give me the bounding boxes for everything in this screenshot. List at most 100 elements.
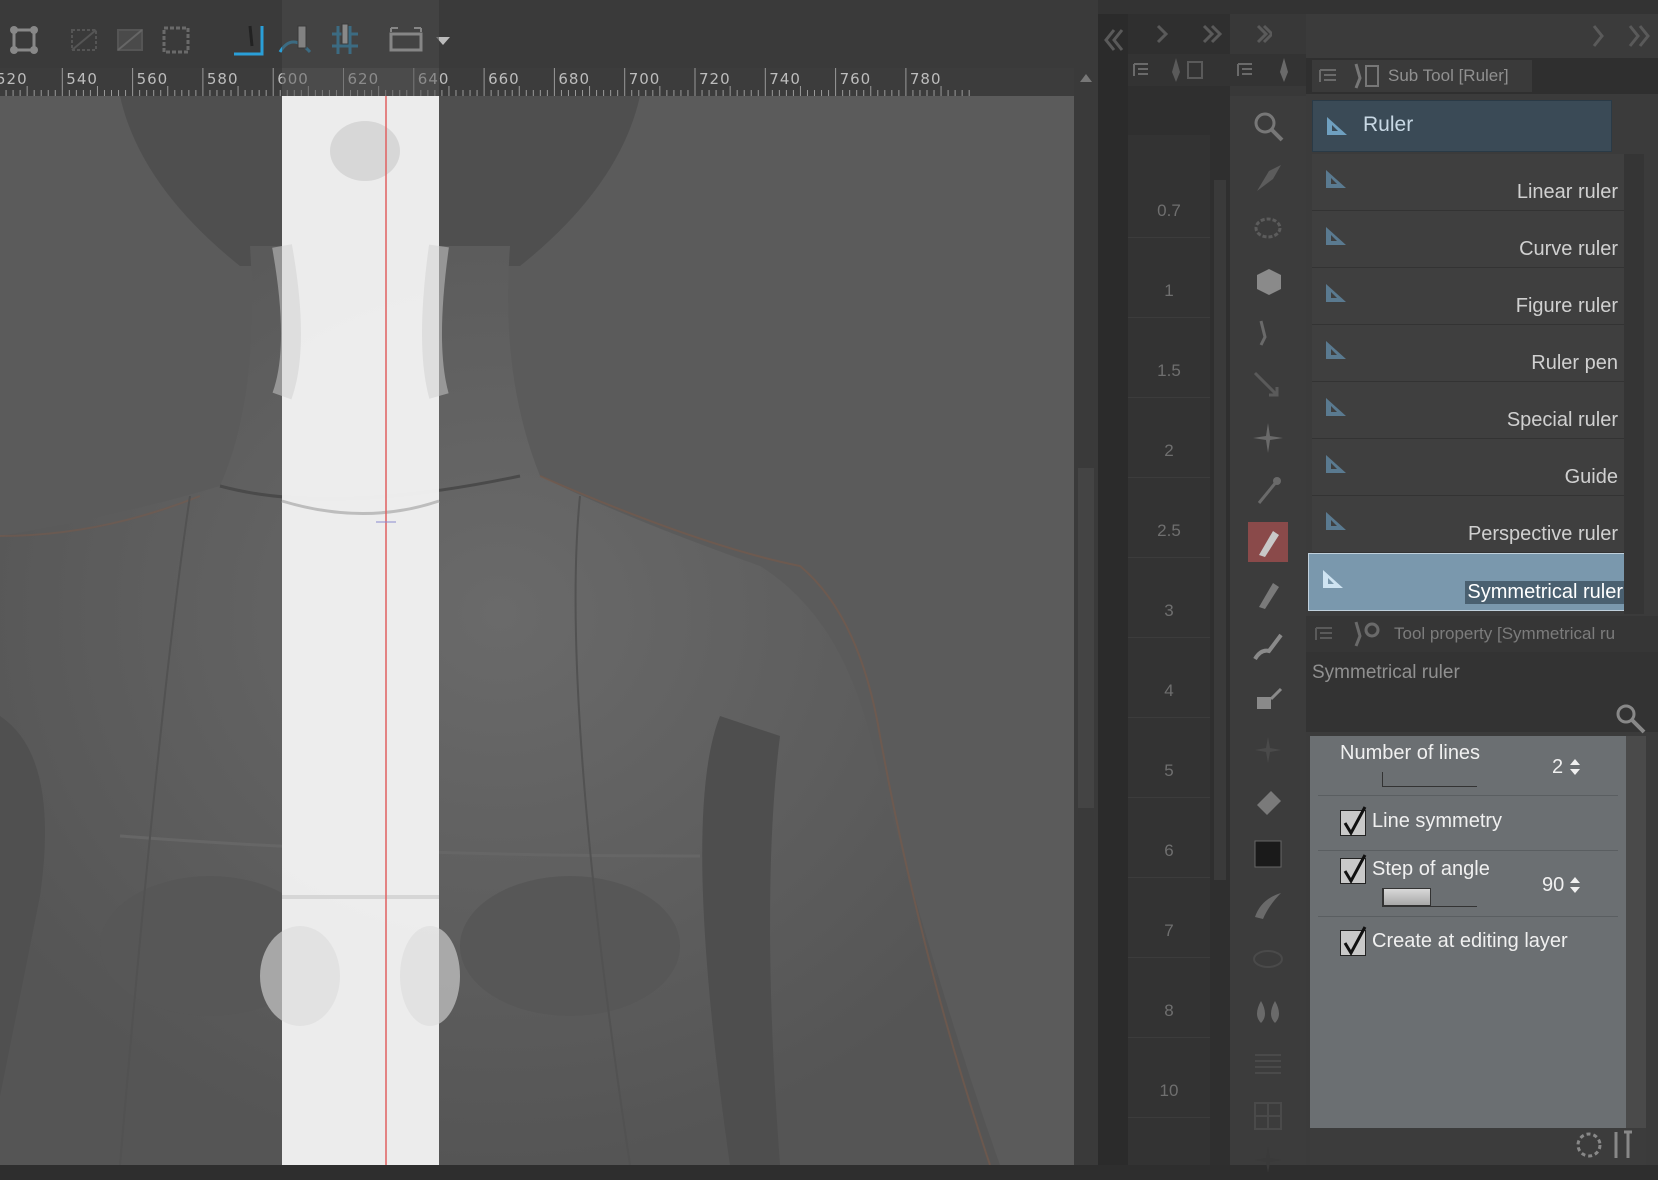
subtool-item[interactable]: Ruler pen: [1312, 325, 1624, 382]
tool-property-gear-icon: [1354, 621, 1380, 647]
snap-to-ruler-icon[interactable]: [228, 20, 268, 60]
zoom-divider: [1128, 877, 1210, 878]
number-of-lines-slider[interactable]: [1382, 772, 1477, 787]
subtool-item[interactable]: Perspective ruler: [1312, 496, 1624, 553]
command-bar: [0, 0, 1098, 69]
subtool-item[interactable]: Curve ruler: [1312, 211, 1624, 268]
expand-icon[interactable]: [1252, 14, 1272, 54]
step-of-angle-value[interactable]: 90: [1542, 874, 1564, 897]
panel-menu-icon[interactable]: [1318, 66, 1342, 86]
3d-object-tool-icon[interactable]: [1248, 262, 1288, 302]
expand-icon[interactable]: [1586, 22, 1610, 50]
decoration-tool-icon[interactable]: [1248, 730, 1288, 770]
triangle-ruler-icon: [1326, 512, 1346, 530]
number-of-lines-row: Number of lines 2: [1326, 742, 1622, 792]
operation-tool-icon[interactable]: [1248, 158, 1288, 198]
zoom-level-label: 7: [1164, 921, 1174, 940]
subtool-ruler-icon: [1354, 63, 1379, 89]
zoom-divider: [1128, 317, 1210, 318]
spinner-icon[interactable]: [1568, 874, 1582, 896]
transform-icon[interactable]: [4, 20, 44, 60]
zoom-slider-track[interactable]: 0.7 1 1.5 2 2.5 3 4 5 6 7 8 10: [1128, 135, 1210, 1165]
line-symmetry-row[interactable]: Line symmetry: [1326, 806, 1622, 848]
figure-tool-icon[interactable]: [1248, 938, 1288, 978]
create-at-editing-layer-checkbox[interactable]: [1340, 926, 1367, 957]
create-at-editing-layer-row[interactable]: Create at editing layer: [1326, 926, 1622, 968]
collapse-right-icon[interactable]: [1200, 14, 1224, 54]
tools-icon[interactable]: [1608, 1128, 1642, 1162]
zoom-divider: [1128, 1037, 1210, 1038]
expand-icon[interactable]: [1152, 14, 1172, 54]
move-tool-icon[interactable]: [1248, 366, 1288, 406]
navigator-scrollbar[interactable]: [1210, 140, 1230, 1165]
reset-icon[interactable]: [1572, 1128, 1606, 1162]
fill-selection-icon[interactable]: [110, 20, 150, 60]
divider: [1318, 795, 1618, 796]
collapse-left-icon[interactable]: [1104, 26, 1124, 54]
ruler-highlight: [282, 68, 439, 96]
brush-tool-icon[interactable]: [1248, 626, 1288, 666]
subtool-panel-title: Sub Tool [Ruler]: [1388, 66, 1509, 85]
zoom-divider: [1128, 637, 1210, 638]
tool-palette-header: [1230, 54, 1306, 86]
tool-property-header: Tool property [Symmetrical ru: [1306, 616, 1658, 652]
triangle-ruler-icon: [1326, 284, 1346, 302]
panel-menu-icon[interactable]: [1314, 624, 1338, 644]
zoom-tool-icon[interactable]: [1248, 106, 1288, 146]
ruler-tick-label: 560: [136, 70, 169, 88]
zoom-level-label: 2.5: [1157, 521, 1181, 540]
gradient-tool-icon[interactable]: [1248, 886, 1288, 926]
triangle-ruler-icon: [1326, 227, 1346, 245]
subtool-item-label: Curve ruler: [1519, 238, 1618, 260]
sparkle-tool-icon[interactable]: [1248, 418, 1288, 458]
lasso-tool-icon[interactable]: [1248, 210, 1288, 250]
navigator-scrollbar-thumb[interactable]: [1214, 180, 1226, 880]
ruler-tool-icon[interactable]: [1248, 1096, 1288, 1136]
number-of-lines-label: Number of lines: [1340, 742, 1481, 764]
airbrush-tool-icon[interactable]: [1248, 678, 1288, 718]
subtool-item-label: Special ruler: [1506, 409, 1618, 431]
subtool-item[interactable]: Linear ruler: [1312, 154, 1624, 211]
subtool-item[interactable]: Symmetrical ruler: [1308, 553, 1632, 611]
fill-tool-icon[interactable]: [1248, 834, 1288, 874]
step-of-angle-row: Step of angle 90: [1326, 854, 1622, 912]
subtool-item-label: Figure ruler: [1515, 295, 1618, 317]
subtool-item[interactable]: Special ruler: [1312, 382, 1624, 439]
panel-menu-icon[interactable]: [1236, 60, 1254, 80]
eyedropper-icon[interactable]: [1248, 470, 1288, 510]
line-symmetry-checkbox[interactable]: [1340, 806, 1367, 837]
number-of-lines-value[interactable]: 2: [1552, 756, 1563, 779]
ruler-tick-label: 540: [66, 70, 98, 88]
select-all-icon[interactable]: [156, 20, 196, 60]
tool-property-name-area: Symmetrical ruler: [1306, 652, 1658, 734]
step-of-angle-slider-fill: [1383, 888, 1431, 906]
panel-menu-icon[interactable]: [1132, 60, 1150, 80]
frame-border-tool-icon[interactable]: [1248, 1044, 1288, 1084]
step-of-angle-checkbox[interactable]: [1340, 854, 1367, 885]
blend-tool-icon[interactable]: [1248, 992, 1288, 1032]
eraser-tool-icon[interactable]: [1248, 782, 1288, 822]
canvas[interactable]: [0, 96, 1074, 1165]
eyedropper-tool-icon[interactable]: [1248, 314, 1288, 354]
subtool-item-label: Guide: [1564, 466, 1618, 488]
scroll-up-icon[interactable]: [1080, 74, 1092, 82]
text-tool-icon[interactable]: [1248, 1140, 1288, 1180]
canvas-scrollbar[interactable]: [1074, 68, 1098, 1165]
ruler-tick-label: 520: [0, 70, 28, 88]
subtool-item[interactable]: Guide: [1312, 439, 1624, 496]
panel-dock-strip: [1098, 14, 1128, 1165]
pen-tool-icon[interactable]: [1248, 522, 1288, 562]
zoom-level-label: 10: [1159, 1081, 1179, 1100]
spinner-icon[interactable]: [1568, 756, 1582, 778]
pencil-tool-icon[interactable]: [1248, 574, 1288, 614]
clear-selection-icon[interactable]: [64, 20, 104, 60]
subtool-tab[interactable]: Sub Tool [Ruler]: [1312, 60, 1532, 92]
wrench-icon[interactable]: [1614, 702, 1648, 736]
tool-property-scrollbar[interactable]: [1626, 736, 1646, 1128]
subtool-scrollbar[interactable]: [1624, 154, 1644, 614]
collapse-right-icon[interactable]: [1626, 22, 1654, 50]
subtool-group-ruler[interactable]: Ruler: [1312, 100, 1612, 152]
subtool-item[interactable]: Figure ruler: [1312, 268, 1624, 325]
scrollbar-thumb[interactable]: [1078, 468, 1094, 808]
step-of-angle-slider[interactable]: [1382, 888, 1477, 907]
